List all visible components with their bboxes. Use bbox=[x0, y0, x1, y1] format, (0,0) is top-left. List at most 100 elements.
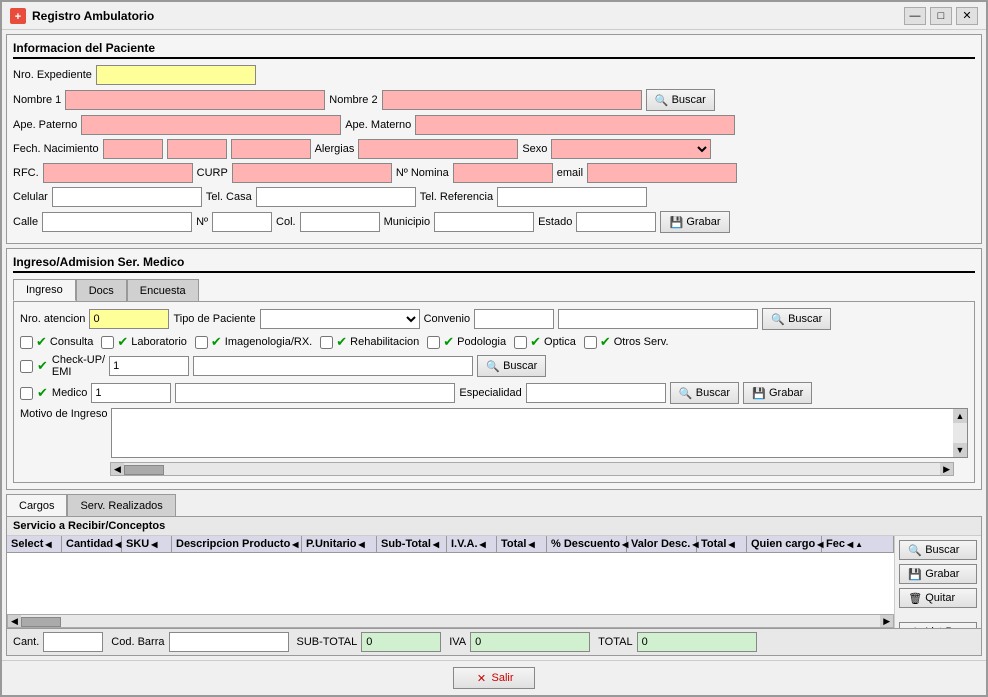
buscar-paciente-button[interactable]: 🔍 Buscar bbox=[646, 89, 715, 111]
th-valor-desc[interactable]: Valor Desc.◀ bbox=[627, 536, 697, 552]
imagenologia-checkbox[interactable] bbox=[195, 336, 208, 349]
podologia-checkbox[interactable] bbox=[427, 336, 440, 349]
calle-input[interactable] bbox=[42, 212, 192, 232]
podologia-check-item: ✔ Podologia bbox=[427, 334, 506, 350]
col-input[interactable] bbox=[300, 212, 380, 232]
convenio-input[interactable] bbox=[474, 309, 554, 329]
email-input[interactable] bbox=[587, 163, 737, 183]
nomina-input[interactable] bbox=[453, 163, 553, 183]
tab-serv-realizados[interactable]: Serv. Realizados bbox=[67, 494, 175, 516]
tipo-paciente-select[interactable] bbox=[260, 309, 420, 329]
otros-check-item: ✔ Otros Serv. bbox=[584, 334, 669, 350]
municipio-input[interactable] bbox=[434, 212, 534, 232]
main-window: + Registro Ambulatorio — □ ✕ Informacion… bbox=[0, 0, 988, 697]
th-total2[interactable]: Total◀ bbox=[697, 536, 747, 552]
cant-input[interactable] bbox=[43, 632, 103, 652]
curp-input[interactable] bbox=[232, 163, 392, 183]
tel-casa-input[interactable] bbox=[256, 187, 416, 207]
checkup-checkbox[interactable] bbox=[20, 360, 33, 373]
subtotal-value: 0 bbox=[361, 632, 441, 652]
expediente-input[interactable] bbox=[96, 65, 256, 85]
tab-encuesta[interactable]: Encuesta bbox=[127, 279, 199, 301]
total-value: 0 bbox=[637, 632, 757, 652]
salir-button[interactable]: ✕ Salir bbox=[453, 667, 534, 689]
th-descripcion[interactable]: Descripcion Producto◀ bbox=[172, 536, 302, 552]
medico-input1[interactable] bbox=[91, 383, 171, 403]
buscar-convenio-button[interactable]: 🔍 Buscar bbox=[762, 308, 831, 330]
th-subtotal[interactable]: Sub-Total◀ bbox=[377, 536, 447, 552]
laboratorio-checkbox[interactable] bbox=[101, 336, 114, 349]
nombre2-input[interactable] bbox=[382, 90, 642, 110]
maximize-button[interactable]: □ bbox=[930, 7, 952, 25]
especialidad-input[interactable] bbox=[526, 383, 666, 403]
grabar-paciente-button[interactable]: 💾 Grabar bbox=[660, 211, 729, 233]
quitar-button[interactable]: 🗑 Quitar bbox=[899, 588, 977, 608]
cod-barra-input[interactable] bbox=[169, 632, 289, 652]
th-descuento[interactable]: % Descuento◀ bbox=[547, 536, 627, 552]
tab-cargos[interactable]: Cargos bbox=[6, 494, 67, 516]
close-button[interactable]: ✕ bbox=[956, 7, 978, 25]
th-iva[interactable]: I.V.A.◀ bbox=[447, 536, 497, 552]
medico-input2[interactable] bbox=[175, 383, 455, 403]
rfc-input[interactable] bbox=[43, 163, 193, 183]
atencion-row: Nro. atencion Tipo de Paciente Convenio … bbox=[20, 308, 968, 330]
fech-nac-input3[interactable] bbox=[231, 139, 311, 159]
fech-nac-input1[interactable] bbox=[103, 139, 163, 159]
table-scrollbar-h[interactable]: ◀ ▶ bbox=[7, 614, 894, 628]
otros-checkbox[interactable] bbox=[584, 336, 597, 349]
buscar-checkup-button[interactable]: 🔍 Buscar bbox=[477, 355, 546, 377]
table-body[interactable] bbox=[7, 553, 894, 614]
cod-barra-label: Cod. Barra bbox=[111, 636, 164, 648]
th-punitario[interactable]: P.Unitario◀ bbox=[302, 536, 377, 552]
ingreso-tab-content: Nro. atencion Tipo de Paciente Convenio … bbox=[13, 301, 975, 483]
tel-ref-label: Tel. Referencia bbox=[420, 191, 493, 203]
estado-label: Estado bbox=[538, 216, 572, 228]
buscar-medico-button[interactable]: 🔍 Buscar bbox=[670, 382, 739, 404]
curp-label: CURP bbox=[197, 167, 228, 179]
especialidad-label: Especialidad bbox=[459, 387, 521, 399]
save-icon3: 💾 bbox=[908, 567, 922, 581]
ape-materno-input[interactable] bbox=[415, 115, 735, 135]
optica-label: Optica bbox=[544, 336, 576, 348]
ape-paterno-input[interactable] bbox=[81, 115, 341, 135]
celular-input[interactable] bbox=[52, 187, 202, 207]
motivo-textarea[interactable] bbox=[112, 409, 953, 457]
no-input[interactable] bbox=[212, 212, 272, 232]
rehabilitacion-checkbox[interactable] bbox=[320, 336, 333, 349]
minimize-button[interactable]: — bbox=[904, 7, 926, 25]
buscar-cargos-button[interactable]: 🔍 Buscar bbox=[899, 540, 977, 560]
motivo-scrollbar-h[interactable]: ◀ ▶ bbox=[110, 462, 954, 476]
th-cantidad[interactable]: Cantidad◀ bbox=[62, 536, 122, 552]
th-fec[interactable]: Fec◀▲ bbox=[822, 536, 894, 552]
th-quien-cargo[interactable]: Quien cargo◀ bbox=[747, 536, 822, 552]
tab-ingreso[interactable]: Ingreso bbox=[13, 279, 76, 301]
fech-nac-input2[interactable] bbox=[167, 139, 227, 159]
grabar-ingreso-button[interactable]: 💾 Grabar bbox=[743, 382, 812, 404]
consulta-checkbox[interactable] bbox=[20, 336, 33, 349]
nro-atencion-input[interactable] bbox=[89, 309, 169, 329]
telefono-row: Celular Tel. Casa Tel. Referencia bbox=[13, 187, 975, 207]
estado-input[interactable] bbox=[576, 212, 656, 232]
nombre1-input[interactable] bbox=[65, 90, 325, 110]
rehabilitacion-label: Rehabilitacion bbox=[350, 336, 419, 348]
sexo-select[interactable] bbox=[551, 139, 711, 159]
subtotal-item: SUB-TOTAL 0 bbox=[297, 632, 442, 652]
grabar-cargos-button[interactable]: 💾 Grabar bbox=[899, 564, 977, 584]
alergias-input[interactable] bbox=[358, 139, 518, 159]
th-select[interactable]: Select◀ bbox=[7, 536, 62, 552]
medico-label: Medico bbox=[52, 387, 87, 399]
medico-checkbox[interactable] bbox=[20, 387, 33, 400]
th-sku[interactable]: SKU◀ bbox=[122, 536, 172, 552]
tab-docs[interactable]: Docs bbox=[76, 279, 127, 301]
direccion-row: Calle Nº Col. Municipio Estado 💾 Grabar bbox=[13, 211, 975, 233]
checkup-input2[interactable] bbox=[193, 356, 473, 376]
checkup-input1[interactable] bbox=[109, 356, 189, 376]
convenio-desc-input[interactable] bbox=[558, 309, 758, 329]
rfc-label: RFC. bbox=[13, 167, 39, 179]
th-total[interactable]: Total◀ bbox=[497, 536, 547, 552]
optica-checkbox[interactable] bbox=[514, 336, 527, 349]
convenio-label: Convenio bbox=[424, 313, 470, 325]
motivo-scrollbar-v[interactable]: ▲ ▼ bbox=[953, 409, 967, 457]
check-icon-otros: ✔ bbox=[600, 334, 611, 350]
tel-ref-input[interactable] bbox=[497, 187, 647, 207]
